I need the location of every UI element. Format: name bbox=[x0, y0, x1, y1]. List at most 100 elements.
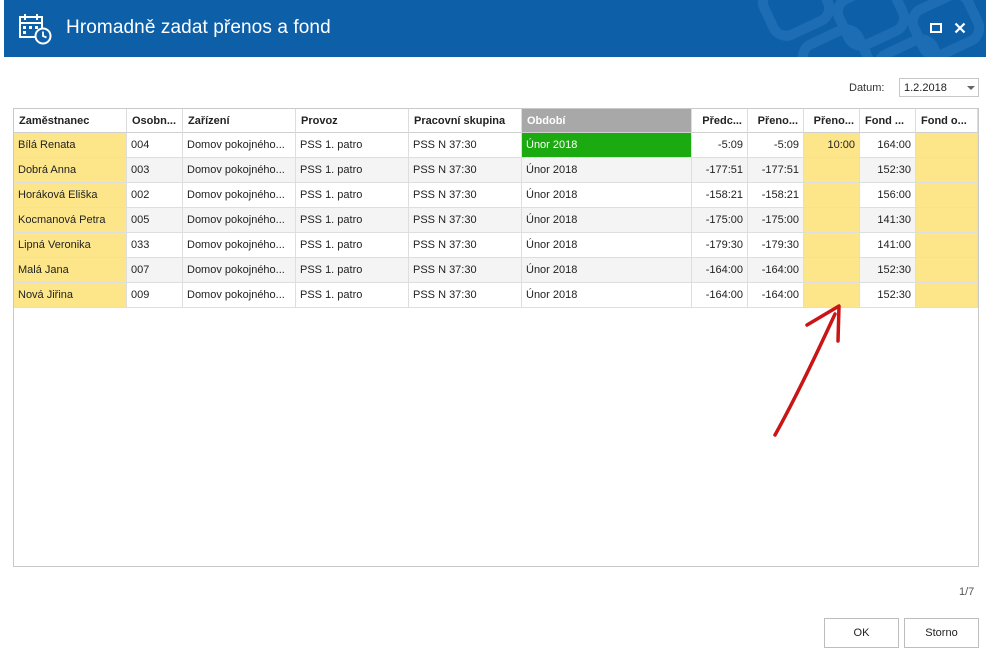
cell-zamestnanec[interactable]: Nová Jiřina bbox=[14, 283, 127, 308]
cell-prenos[interactable] bbox=[804, 183, 860, 208]
cell-fond[interactable]: 152:30 bbox=[860, 283, 916, 308]
cell-obdobi[interactable]: Únor 2018 bbox=[522, 183, 692, 208]
cell-pracovni-skupina[interactable]: PSS N 37:30 bbox=[409, 133, 522, 158]
cell-pracovni-skupina[interactable]: PSS N 37:30 bbox=[409, 233, 522, 258]
date-select[interactable]: 1.2.2018 bbox=[899, 78, 979, 97]
cell-predchozi[interactable]: -164:00 bbox=[692, 283, 748, 308]
cell-preneseno[interactable]: -164:00 bbox=[748, 283, 804, 308]
cell-predchozi[interactable]: -5:09 bbox=[692, 133, 748, 158]
cell-zamestnanec[interactable]: Horáková Eliška bbox=[14, 183, 127, 208]
cell-obdobi[interactable]: Únor 2018 bbox=[522, 233, 692, 258]
cell-fond-o[interactable] bbox=[916, 133, 978, 158]
cell-pracovni-skupina[interactable]: PSS N 37:30 bbox=[409, 183, 522, 208]
cell-provoz[interactable]: PSS 1. patro bbox=[296, 133, 409, 158]
cell-zarizeni[interactable]: Domov pokojného... bbox=[183, 158, 296, 183]
cell-zarizeni[interactable]: Domov pokojného... bbox=[183, 133, 296, 158]
column-header-osobni-cislo[interactable]: Osobn... bbox=[127, 109, 183, 133]
cell-zarizeni[interactable]: Domov pokojného... bbox=[183, 258, 296, 283]
cell-pracovni-skupina[interactable]: PSS N 37:30 bbox=[409, 158, 522, 183]
storno-button[interactable]: Storno bbox=[904, 618, 979, 648]
table-row[interactable]: Bílá Renata 004 Domov pokojného... PSS 1. p… bbox=[14, 133, 978, 158]
close-icon[interactable] bbox=[953, 21, 967, 35]
cell-zamestnanec[interactable]: Kocmanová Petra bbox=[14, 208, 127, 233]
cell-provoz[interactable]: PSS 1. patro bbox=[296, 233, 409, 258]
column-header-prenos[interactable]: Přeno... bbox=[804, 109, 860, 133]
table-row[interactable]: Dobrá Anna 003 Domov pokojného... PSS 1. pa… bbox=[14, 158, 978, 183]
cell-zarizeni[interactable]: Domov pokojného... bbox=[183, 208, 296, 233]
cell-fond-o[interactable] bbox=[916, 183, 978, 208]
cell-osobni-cislo[interactable]: 007 bbox=[127, 258, 183, 283]
cell-provoz[interactable]: PSS 1. patro bbox=[296, 158, 409, 183]
cell-predchozi[interactable]: -177:51 bbox=[692, 158, 748, 183]
ok-button[interactable]: OK bbox=[824, 618, 899, 648]
cell-zarizeni[interactable]: Domov pokojného... bbox=[183, 183, 296, 208]
table-row[interactable]: Nová Jiřina 009 Domov pokojného... PSS 1. p… bbox=[14, 283, 978, 308]
cell-pracovni-skupina[interactable]: PSS N 37:30 bbox=[409, 258, 522, 283]
cell-prenos[interactable] bbox=[804, 258, 860, 283]
cell-osobni-cislo[interactable]: 009 bbox=[127, 283, 183, 308]
cell-obdobi[interactable]: Únor 2018 bbox=[522, 133, 692, 158]
chevron-down-icon[interactable] bbox=[967, 86, 975, 90]
cell-zamestnanec[interactable]: Dobrá Anna bbox=[14, 158, 127, 183]
column-header-pracovni-skupina[interactable]: Pracovní skupina bbox=[409, 109, 522, 133]
cell-predchozi[interactable]: -164:00 bbox=[692, 258, 748, 283]
cell-obdobi[interactable]: Únor 2018 bbox=[522, 158, 692, 183]
cell-prenos[interactable]: 10:00 bbox=[804, 133, 860, 158]
column-header-zarizeni[interactable]: Zařízení bbox=[183, 109, 296, 133]
table-row[interactable]: Kocmanová Petra 005 Domov pokojného... PSS … bbox=[14, 208, 978, 233]
employee-grid[interactable]: Zaměstnanec Osobn... Zařízení Provoz Pra… bbox=[13, 108, 979, 567]
cell-fond-o[interactable] bbox=[916, 258, 978, 283]
cell-fond-o[interactable] bbox=[916, 208, 978, 233]
column-header-provoz[interactable]: Provoz bbox=[296, 109, 409, 133]
cell-provoz[interactable]: PSS 1. patro bbox=[296, 283, 409, 308]
cell-prenos[interactable] bbox=[804, 283, 860, 308]
cell-osobni-cislo[interactable]: 005 bbox=[127, 208, 183, 233]
cell-fond[interactable]: 164:00 bbox=[860, 133, 916, 158]
column-header-preneseno[interactable]: Přeno... bbox=[748, 109, 804, 133]
cell-preneseno[interactable]: -5:09 bbox=[748, 133, 804, 158]
column-header-fond-o[interactable]: Fond o... bbox=[916, 109, 978, 133]
cell-osobni-cislo[interactable]: 033 bbox=[127, 233, 183, 258]
cell-fond[interactable]: 152:30 bbox=[860, 158, 916, 183]
table-row[interactable]: Malá Jana 007 Domov pokojného... PSS 1. pat… bbox=[14, 258, 978, 283]
cell-pracovni-skupina[interactable]: PSS N 37:30 bbox=[409, 283, 522, 308]
cell-fond[interactable]: 156:00 bbox=[860, 183, 916, 208]
cell-osobni-cislo[interactable]: 002 bbox=[127, 183, 183, 208]
cell-zarizeni[interactable]: Domov pokojného... bbox=[183, 283, 296, 308]
cell-obdobi[interactable]: Únor 2018 bbox=[522, 283, 692, 308]
cell-provoz[interactable]: PSS 1. patro bbox=[296, 208, 409, 233]
cell-fond[interactable]: 152:30 bbox=[860, 258, 916, 283]
column-header-obdobi[interactable]: Období bbox=[522, 109, 692, 133]
cell-zamestnanec[interactable]: Malá Jana bbox=[14, 258, 127, 283]
cell-predchozi[interactable]: -179:30 bbox=[692, 233, 748, 258]
cell-preneseno[interactable]: -175:00 bbox=[748, 208, 804, 233]
cell-prenos[interactable] bbox=[804, 158, 860, 183]
cell-obdobi[interactable]: Únor 2018 bbox=[522, 208, 692, 233]
cell-fond[interactable]: 141:30 bbox=[860, 208, 916, 233]
cell-preneseno[interactable]: -179:30 bbox=[748, 233, 804, 258]
cell-obdobi[interactable]: Únor 2018 bbox=[522, 258, 692, 283]
cell-pracovni-skupina[interactable]: PSS N 37:30 bbox=[409, 208, 522, 233]
cell-predchozi[interactable]: -175:00 bbox=[692, 208, 748, 233]
cell-preneseno[interactable]: -164:00 bbox=[748, 258, 804, 283]
column-header-predchozi[interactable]: Předc... bbox=[692, 109, 748, 133]
table-row[interactable]: Horáková Eliška 002 Domov pokojného... PSS … bbox=[14, 183, 978, 208]
cell-provoz[interactable]: PSS 1. patro bbox=[296, 258, 409, 283]
cell-osobni-cislo[interactable]: 004 bbox=[127, 133, 183, 158]
cell-zamestnanec[interactable]: Bílá Renata bbox=[14, 133, 127, 158]
cell-prenos[interactable] bbox=[804, 233, 860, 258]
cell-fond-o[interactable] bbox=[916, 158, 978, 183]
cell-fond[interactable]: 141:00 bbox=[860, 233, 916, 258]
cell-osobni-cislo[interactable]: 003 bbox=[127, 158, 183, 183]
cell-provoz[interactable]: PSS 1. patro bbox=[296, 183, 409, 208]
cell-zamestnanec[interactable]: Lipná Veronika bbox=[14, 233, 127, 258]
cell-predchozi[interactable]: -158:21 bbox=[692, 183, 748, 208]
cell-preneseno[interactable]: -177:51 bbox=[748, 158, 804, 183]
cell-prenos[interactable] bbox=[804, 208, 860, 233]
column-header-zamestnanec[interactable]: Zaměstnanec bbox=[14, 109, 127, 133]
column-header-fond[interactable]: Fond ... bbox=[860, 109, 916, 133]
cell-fond-o[interactable] bbox=[916, 283, 978, 308]
cell-zarizeni[interactable]: Domov pokojného... bbox=[183, 233, 296, 258]
table-row[interactable]: Lipná Veronika 033 Domov pokojného... PSS 1… bbox=[14, 233, 978, 258]
maximize-icon[interactable] bbox=[929, 21, 943, 35]
